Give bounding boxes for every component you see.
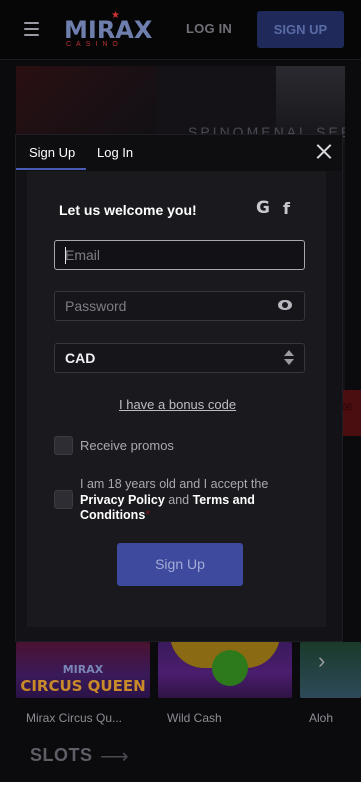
- close-icon[interactable]: [313, 141, 335, 163]
- header-signup-button[interactable]: SIGN UP: [257, 11, 344, 48]
- active-tab-indicator: [16, 168, 86, 170]
- tab-sign-up[interactable]: Sign Up: [29, 135, 75, 171]
- privacy-policy-link[interactable]: Privacy Policy: [80, 493, 165, 507]
- games-carousel: MIRAX CIRCUS QUEEN: [16, 642, 361, 698]
- chevron-right-icon[interactable]: ›: [318, 648, 325, 674]
- facebook-icon[interactable]: f: [283, 199, 290, 218]
- side-chat-tab[interactable]: ✉: [342, 390, 361, 436]
- sign-up-submit-button[interactable]: Sign Up: [117, 543, 243, 586]
- password-field[interactable]: [54, 291, 305, 321]
- required-mark: *: [145, 508, 151, 522]
- game-tile-name: CIRCUS QUEEN: [20, 677, 146, 695]
- age-consent-checkbox[interactable]: [54, 490, 73, 509]
- game-tile[interactable]: [158, 642, 292, 698]
- game-tile-brand: MIRAX: [62, 663, 104, 676]
- age-consent-intro: I am 18 years old and I accept the: [80, 477, 269, 491]
- game-label[interactable]: Mirax Circus Qu...: [26, 711, 122, 725]
- currency-value: CAD: [65, 350, 96, 366]
- tab-log-in[interactable]: Log In: [97, 135, 133, 171]
- promos-label: Receive promos: [80, 438, 174, 453]
- game-label[interactable]: Wild Cash: [167, 711, 222, 725]
- currency-select[interactable]: CAD: [54, 343, 305, 373]
- hero-art: [16, 66, 156, 136]
- header-login-button[interactable]: LOG IN: [186, 21, 232, 36]
- promos-checkbox[interactable]: [54, 436, 73, 455]
- mirax-logo[interactable]: ★ MIRAX CASINO: [64, 10, 152, 50]
- chat-icon: ✉: [342, 400, 353, 414]
- welcome-heading: Let us welcome you!: [59, 202, 197, 218]
- password-input[interactable]: [65, 292, 265, 320]
- email-field[interactable]: [54, 240, 305, 270]
- age-consent-and: and: [164, 492, 193, 507]
- bonus-code-link[interactable]: I have a bonus code: [119, 397, 236, 412]
- top-header: ★ MIRAX CASINO LOG IN SIGN UP: [0, 0, 361, 60]
- google-icon[interactable]: G: [256, 198, 270, 218]
- select-arrows-icon: [284, 350, 294, 366]
- email-input[interactable]: [65, 241, 265, 269]
- section-title-slots[interactable]: SLOTS: [30, 745, 93, 766]
- arrow-right-icon[interactable]: ⟶: [100, 747, 129, 767]
- game-tile[interactable]: MIRAX CIRCUS QUEEN: [16, 642, 150, 698]
- game-tile-title: MIRAX CIRCUS QUEEN: [16, 662, 150, 694]
- game-tile[interactable]: [300, 642, 361, 698]
- modal-tabs: Sign Up Log In: [16, 135, 342, 171]
- game-art-coin: [212, 650, 248, 686]
- page: ★ MIRAX CASINO LOG IN SIGN UP SPINOMENAL…: [0, 0, 361, 782]
- age-consent-text: I am 18 years old and I accept the Priva…: [80, 477, 290, 524]
- logo-subtitle: CASINO: [66, 41, 123, 48]
- hamburger-icon[interactable]: [24, 22, 39, 37]
- logo-word: MIRAX: [64, 16, 153, 44]
- game-label[interactable]: Aloh: [309, 711, 333, 725]
- eye-icon[interactable]: [278, 300, 292, 310]
